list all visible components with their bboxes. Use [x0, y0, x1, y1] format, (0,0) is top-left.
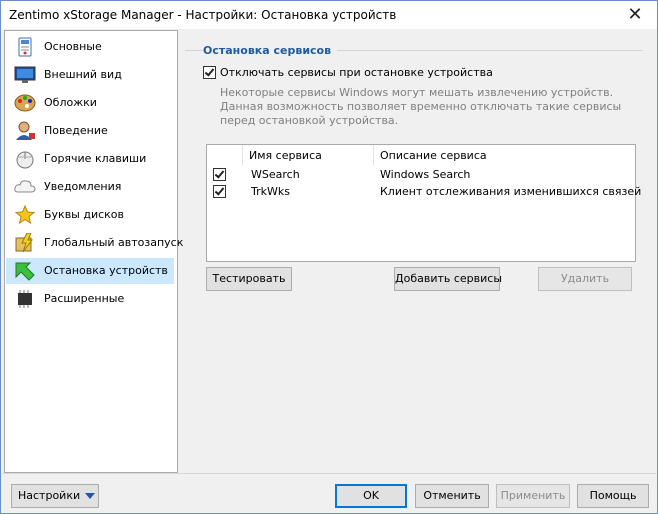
star-drive-letter-icon: [14, 204, 36, 225]
sidebar-item-label: Поведение: [44, 124, 108, 137]
sidebar-item-drive-letters[interactable]: Буквы дисков: [6, 202, 174, 228]
sidebar-item-label: Внешний вид: [44, 68, 122, 81]
sidebar-item-label: Горячие клавиши: [44, 152, 147, 165]
settings-sidebar: Основные Внешний вид Обложки Поведение Г…: [4, 30, 183, 473]
service-name: WSearch: [251, 168, 300, 181]
sidebar-item-label: Уведомления: [44, 180, 122, 193]
user-behavior-icon: [14, 121, 36, 141]
chip-icon: [14, 289, 36, 309]
sidebar-item-appearance[interactable]: Внешний вид: [6, 62, 174, 88]
test-button[interactable]: Тестировать: [206, 267, 292, 291]
sidebar-item-label: Обложки: [44, 96, 97, 109]
sidebar-item-device-stop[interactable]: Остановка устройств: [6, 258, 174, 284]
palette-icon: [14, 93, 36, 113]
add-services-button[interactable]: Добавить сервисы: [394, 267, 502, 291]
sidebar-item-autorun[interactable]: Глобальный автозапуск: [6, 230, 183, 256]
delete-button[interactable]: Удалить: [538, 267, 632, 291]
column-header-name[interactable]: Имя сервиса: [249, 149, 322, 162]
apply-button[interactable]: Применить: [496, 484, 570, 508]
chevron-down-icon: [85, 493, 96, 499]
sidebar-item-notifications[interactable]: Уведомления: [6, 174, 174, 200]
green-arrow-icon: [14, 261, 36, 281]
cloud-notification-icon: [14, 177, 36, 197]
sidebar-item-label: Буквы дисков: [44, 208, 125, 221]
settings-window: Zentimo xStorage Manager - Настройки: Ос…: [0, 0, 658, 514]
sidebar-item-label: Остановка устройств: [44, 264, 168, 277]
column-separator: [242, 145, 243, 165]
stop-services-checkbox[interactable]: [203, 66, 216, 79]
window-title: Zentimo xStorage Manager - Настройки: Ос…: [9, 8, 397, 22]
column-header-description[interactable]: Описание сервиса: [380, 149, 487, 162]
help-button[interactable]: Помощь: [577, 484, 649, 508]
footer-divider: [2, 473, 656, 474]
table-row[interactable]: WSearch Windows Search: [207, 166, 635, 183]
general-settings-icon: [14, 37, 36, 57]
service-description: Клиент отслеживания изменившихся связей: [380, 185, 642, 198]
sidebar-item-label: Расширенные: [44, 292, 125, 305]
sidebar-item-hotkeys[interactable]: Горячие клавиши: [6, 146, 174, 172]
settings-menu-button[interactable]: Настройки: [11, 484, 99, 508]
sidebar-item-general[interactable]: Основные: [6, 34, 174, 60]
cancel-button[interactable]: Отменить: [415, 484, 489, 508]
column-separator: [373, 145, 374, 165]
service-name: TrkWks: [251, 185, 290, 198]
sidebar-item-behavior[interactable]: Поведение: [6, 118, 174, 144]
mouse-hotkey-icon: [14, 149, 36, 169]
sidebar-item-skins[interactable]: Обложки: [6, 90, 174, 116]
settings-content: Остановка сервисов Отключать сервисы при…: [177, 30, 657, 471]
monitor-icon: [14, 65, 36, 85]
row-checkbox[interactable]: [213, 168, 226, 181]
table-header: Имя сервиса Описание сервиса: [207, 145, 635, 165]
services-table[interactable]: Имя сервиса Описание сервиса WSearch Win…: [206, 144, 641, 262]
section-title: Остановка сервисов: [203, 44, 338, 57]
row-checkbox[interactable]: [213, 185, 226, 198]
settings-menu-label: Настройки: [18, 489, 81, 502]
stop-services-label[interactable]: Отключать сервисы при остановке устройст…: [220, 66, 493, 79]
service-description: Windows Search: [380, 168, 471, 181]
table-row[interactable]: TrkWks Клиент отслеживания изменившихся …: [207, 183, 641, 200]
sidebar-item-label: Глобальный автозапуск: [44, 236, 184, 249]
sidebar-item-label: Основные: [44, 40, 102, 53]
ok-button[interactable]: OK: [335, 484, 407, 508]
title-bar[interactable]: Zentimo xStorage Manager - Настройки: Ос…: [1, 1, 657, 29]
close-icon[interactable]: ✕: [613, 1, 657, 29]
sidebar-item-advanced[interactable]: Расширенные: [6, 286, 174, 312]
description-text: Некоторые сервисы Windows могут мешать и…: [220, 86, 622, 127]
lightning-autorun-icon: [14, 232, 36, 253]
